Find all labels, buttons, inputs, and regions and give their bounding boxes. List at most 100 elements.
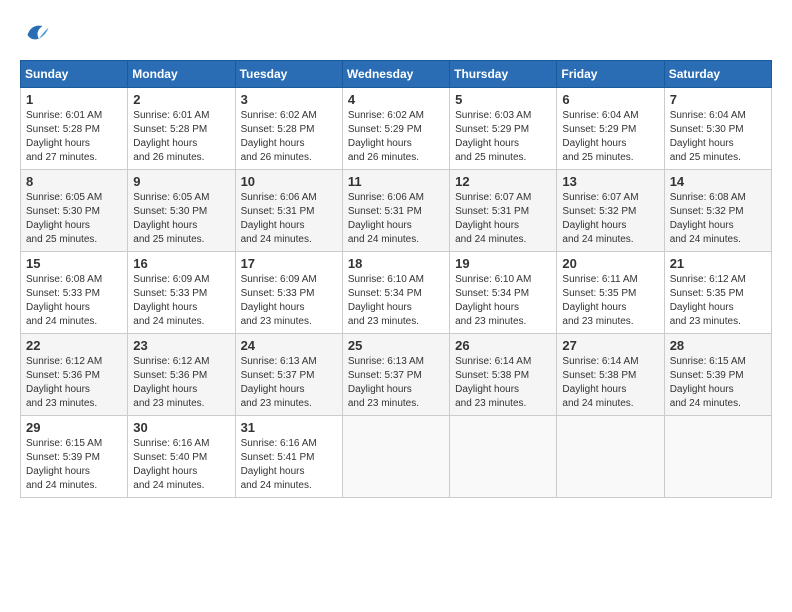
day-info: Sunrise: 6:15 AM Sunset: 5:39 PM Dayligh…	[670, 355, 766, 411]
calendar-cell: 15 Sunrise: 6:08 AM Sunset: 5:33 PM Dayl…	[21, 252, 128, 334]
calendar-cell: 14 Sunrise: 6:08 AM Sunset: 5:32 PM Dayl…	[664, 170, 771, 252]
sunset-label: Sunset: 5:28 PM	[26, 124, 100, 135]
day-info: Sunrise: 6:08 AM Sunset: 5:32 PM Dayligh…	[670, 191, 766, 247]
day-info: Sunrise: 6:01 AM Sunset: 5:28 PM Dayligh…	[133, 109, 229, 165]
day-info: Sunrise: 6:16 AM Sunset: 5:40 PM Dayligh…	[133, 437, 229, 493]
day-number: 22	[26, 338, 122, 353]
day-number: 18	[348, 256, 444, 271]
calendar-cell: 10 Sunrise: 6:06 AM Sunset: 5:31 PM Dayl…	[235, 170, 342, 252]
sunrise-label: Sunrise: 6:02 AM	[348, 110, 424, 121]
daylight-duration: and 23 minutes.	[455, 398, 526, 409]
day-number: 17	[241, 256, 337, 271]
sunset-label: Sunset: 5:37 PM	[348, 370, 422, 381]
daylight-label: Daylight hours	[133, 220, 197, 231]
day-number: 9	[133, 174, 229, 189]
daylight-label: Daylight hours	[348, 384, 412, 395]
daylight-label: Daylight hours	[133, 138, 197, 149]
daylight-duration: and 23 minutes.	[133, 398, 204, 409]
sunrise-label: Sunrise: 6:04 AM	[670, 110, 746, 121]
sunset-label: Sunset: 5:33 PM	[241, 288, 315, 299]
daylight-duration: and 23 minutes.	[562, 316, 633, 327]
sunset-label: Sunset: 5:39 PM	[670, 370, 744, 381]
calendar-week-row: 8 Sunrise: 6:05 AM Sunset: 5:30 PM Dayli…	[21, 170, 772, 252]
daylight-label: Daylight hours	[670, 138, 734, 149]
day-info: Sunrise: 6:12 AM Sunset: 5:35 PM Dayligh…	[670, 273, 766, 329]
calendar-cell: 29 Sunrise: 6:15 AM Sunset: 5:39 PM Dayl…	[21, 416, 128, 498]
calendar-day-header: Sunday	[21, 61, 128, 88]
sunrise-label: Sunrise: 6:11 AM	[562, 274, 637, 285]
calendar-cell: 22 Sunrise: 6:12 AM Sunset: 5:36 PM Dayl…	[21, 334, 128, 416]
day-info: Sunrise: 6:12 AM Sunset: 5:36 PM Dayligh…	[26, 355, 122, 411]
day-number: 6	[562, 92, 658, 107]
daylight-duration: and 23 minutes.	[348, 316, 419, 327]
day-number: 24	[241, 338, 337, 353]
calendar-cell: 1 Sunrise: 6:01 AM Sunset: 5:28 PM Dayli…	[21, 88, 128, 170]
day-number: 3	[241, 92, 337, 107]
sunset-label: Sunset: 5:35 PM	[562, 288, 636, 299]
sunrise-label: Sunrise: 6:12 AM	[133, 356, 209, 367]
day-number: 5	[455, 92, 551, 107]
day-number: 30	[133, 420, 229, 435]
day-number: 8	[26, 174, 122, 189]
sunrise-label: Sunrise: 6:05 AM	[26, 192, 102, 203]
calendar-cell: 31 Sunrise: 6:16 AM Sunset: 5:41 PM Dayl…	[235, 416, 342, 498]
day-number: 15	[26, 256, 122, 271]
daylight-duration: and 26 minutes.	[133, 152, 204, 163]
calendar-cell	[664, 416, 771, 498]
sunrise-label: Sunrise: 6:09 AM	[241, 274, 317, 285]
day-number: 2	[133, 92, 229, 107]
calendar-cell: 28 Sunrise: 6:15 AM Sunset: 5:39 PM Dayl…	[664, 334, 771, 416]
day-info: Sunrise: 6:14 AM Sunset: 5:38 PM Dayligh…	[562, 355, 658, 411]
daylight-label: Daylight hours	[241, 466, 305, 477]
daylight-label: Daylight hours	[348, 138, 412, 149]
sunrise-label: Sunrise: 6:14 AM	[455, 356, 531, 367]
sunset-label: Sunset: 5:30 PM	[26, 206, 100, 217]
day-info: Sunrise: 6:06 AM Sunset: 5:31 PM Dayligh…	[348, 191, 444, 247]
day-number: 14	[670, 174, 766, 189]
daylight-label: Daylight hours	[670, 220, 734, 231]
sunset-label: Sunset: 5:33 PM	[133, 288, 207, 299]
daylight-label: Daylight hours	[133, 466, 197, 477]
day-info: Sunrise: 6:02 AM Sunset: 5:29 PM Dayligh…	[348, 109, 444, 165]
day-info: Sunrise: 6:11 AM Sunset: 5:35 PM Dayligh…	[562, 273, 658, 329]
calendar-cell: 23 Sunrise: 6:12 AM Sunset: 5:36 PM Dayl…	[128, 334, 235, 416]
sunrise-label: Sunrise: 6:01 AM	[26, 110, 102, 121]
day-number: 23	[133, 338, 229, 353]
day-number: 31	[241, 420, 337, 435]
daylight-label: Daylight hours	[455, 220, 519, 231]
calendar-week-row: 22 Sunrise: 6:12 AM Sunset: 5:36 PM Dayl…	[21, 334, 772, 416]
sunrise-label: Sunrise: 6:13 AM	[348, 356, 424, 367]
sunrise-label: Sunrise: 6:06 AM	[348, 192, 424, 203]
daylight-duration: and 26 minutes.	[241, 152, 312, 163]
day-number: 7	[670, 92, 766, 107]
calendar-cell: 2 Sunrise: 6:01 AM Sunset: 5:28 PM Dayli…	[128, 88, 235, 170]
day-info: Sunrise: 6:10 AM Sunset: 5:34 PM Dayligh…	[455, 273, 551, 329]
calendar-cell: 21 Sunrise: 6:12 AM Sunset: 5:35 PM Dayl…	[664, 252, 771, 334]
daylight-duration: and 24 minutes.	[133, 316, 204, 327]
calendar-cell: 11 Sunrise: 6:06 AM Sunset: 5:31 PM Dayl…	[342, 170, 449, 252]
day-number: 25	[348, 338, 444, 353]
sunset-label: Sunset: 5:29 PM	[562, 124, 636, 135]
calendar-day-header: Tuesday	[235, 61, 342, 88]
calendar-week-row: 1 Sunrise: 6:01 AM Sunset: 5:28 PM Dayli…	[21, 88, 772, 170]
sunset-label: Sunset: 5:36 PM	[133, 370, 207, 381]
daylight-label: Daylight hours	[455, 384, 519, 395]
day-info: Sunrise: 6:01 AM Sunset: 5:28 PM Dayligh…	[26, 109, 122, 165]
daylight-duration: and 23 minutes.	[241, 316, 312, 327]
daylight-duration: and 23 minutes.	[348, 398, 419, 409]
day-number: 29	[26, 420, 122, 435]
calendar-cell	[450, 416, 557, 498]
daylight-label: Daylight hours	[26, 302, 90, 313]
day-number: 16	[133, 256, 229, 271]
daylight-label: Daylight hours	[670, 302, 734, 313]
calendar-week-row: 15 Sunrise: 6:08 AM Sunset: 5:33 PM Dayl…	[21, 252, 772, 334]
sunrise-label: Sunrise: 6:09 AM	[133, 274, 209, 285]
sunset-label: Sunset: 5:39 PM	[26, 452, 100, 463]
sunrise-label: Sunrise: 6:07 AM	[562, 192, 638, 203]
sunset-label: Sunset: 5:41 PM	[241, 452, 315, 463]
calendar-day-header: Saturday	[664, 61, 771, 88]
day-info: Sunrise: 6:13 AM Sunset: 5:37 PM Dayligh…	[348, 355, 444, 411]
sunrise-label: Sunrise: 6:02 AM	[241, 110, 317, 121]
sunset-label: Sunset: 5:29 PM	[348, 124, 422, 135]
day-number: 12	[455, 174, 551, 189]
